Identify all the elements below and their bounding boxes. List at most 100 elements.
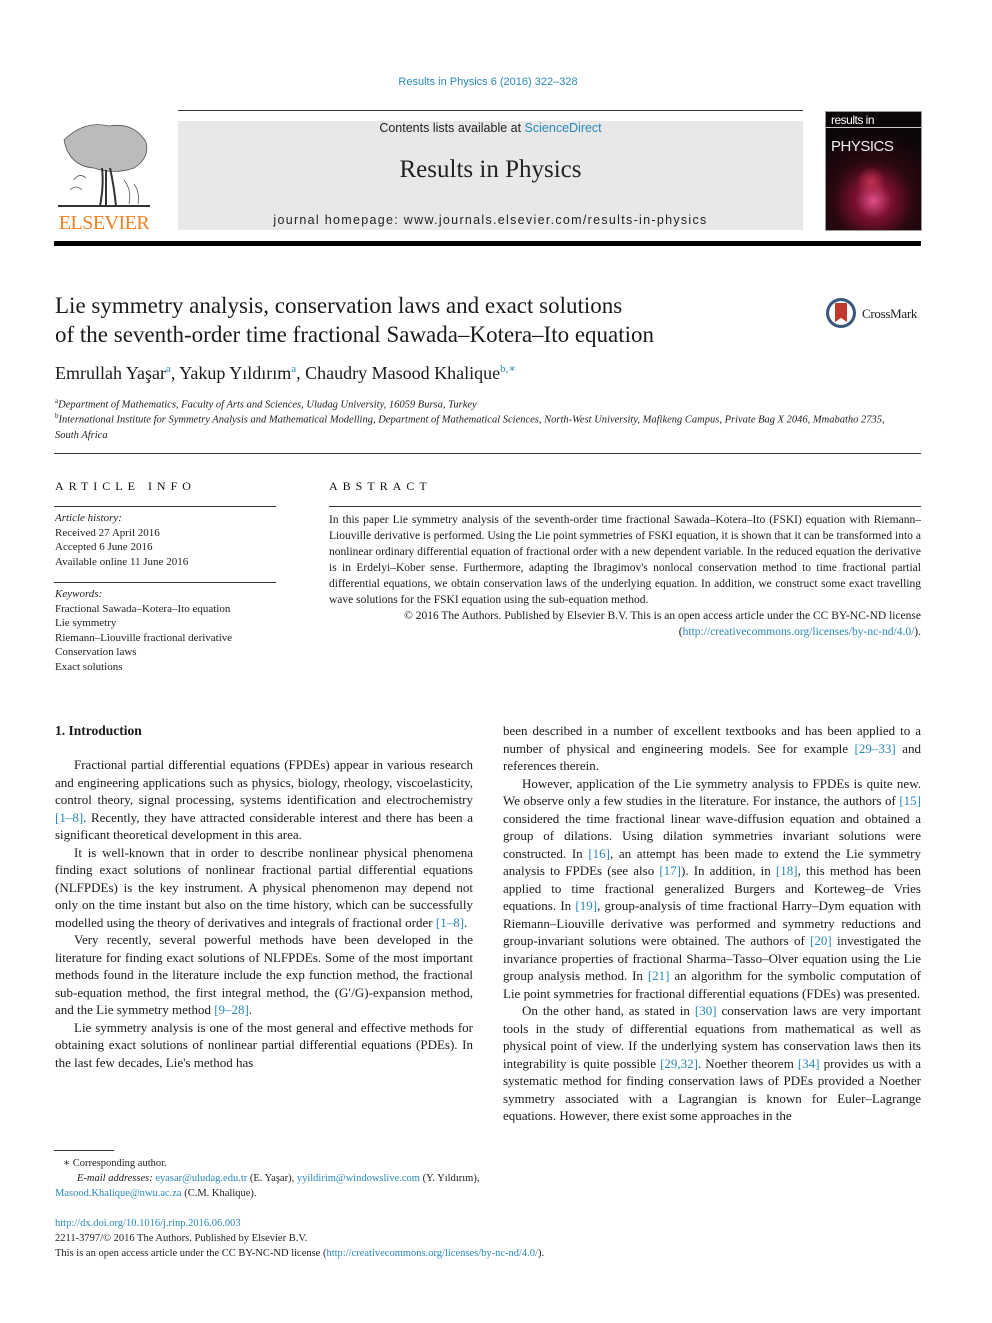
keyword-item: Exact solutions xyxy=(55,660,123,673)
bottom-info: http://dx.doi.org/10.1016/j.rinp.2016.06… xyxy=(55,1216,755,1261)
author-list: Emrullah Yaşara, Yakup Yıldırıma, Chaudr… xyxy=(55,363,516,383)
body-text: ). In addition, in xyxy=(681,863,776,878)
keyword-item: Conservation laws xyxy=(55,646,137,658)
contents-prefix: Contents lists available at xyxy=(379,121,525,135)
issn-line: 2211-3797/© 2016 The Authors. Published … xyxy=(55,1233,308,1244)
email-owner: (E. Yaşar), xyxy=(247,1173,297,1184)
crossmark-button[interactable]: CrossMark xyxy=(826,298,936,332)
footnotes: ∗ Corresponding author. E-mail addresses… xyxy=(55,1156,485,1201)
keyword-item: Fractional Sawada–Kotera–Ito equation xyxy=(55,602,231,615)
copyright-text: © 2016 The Authors. Published by Elsevie… xyxy=(404,610,887,622)
article-title: Lie symmetry analysis, conservation laws… xyxy=(55,291,815,349)
citation-link[interactable]: [9–28] xyxy=(214,1002,249,1017)
email-link[interactable]: eyasar@uludag.edu.tr xyxy=(155,1173,247,1184)
keyword-item: Lie symmetry xyxy=(55,617,117,629)
author-name[interactable]: Emrullah Yaşar xyxy=(55,363,166,383)
body-text: . Noether theorem xyxy=(697,1055,798,1071)
journal-cover-image: results in PHYSICS xyxy=(825,111,922,231)
body-paragraph: Very recently, several powerful methods … xyxy=(55,931,473,1019)
body-text: Fractional partial differential equation… xyxy=(55,757,473,807)
abstract-text: In this paper Lie symmetry analysis of t… xyxy=(329,514,921,606)
citation-link[interactable]: [16] xyxy=(588,846,610,861)
keyword-item: Riemann–Liouville fractional derivative xyxy=(55,631,233,644)
citation-link[interactable]: [20] xyxy=(810,933,832,948)
email-owner: (Y. Yıldırım), xyxy=(419,1173,480,1184)
affiliation: bInternational Institute for Symmetry An… xyxy=(55,409,885,443)
body-paragraph: It is well-known that in order to descri… xyxy=(55,844,473,932)
article-history: Article history: Received 27 April 2016 … xyxy=(55,511,277,569)
body-text: . Recently, they have attracted consider… xyxy=(55,809,473,843)
author-name[interactable]: Chaudry Masood Khalique xyxy=(305,363,500,383)
author-name[interactable]: Yakup Yıldırım xyxy=(179,363,291,383)
body-text: It is well-known that in order to descri… xyxy=(55,844,473,930)
body-column-left: Fractional partial differential equation… xyxy=(55,756,473,1071)
body-paragraph: been described in a number of excellent … xyxy=(503,722,921,775)
divider xyxy=(54,506,276,507)
author-affil-sup[interactable]: a xyxy=(291,363,296,375)
body-text: On the other hand, as stated in xyxy=(522,1003,695,1018)
body-text: Lie symmetry analysis is one of the most… xyxy=(55,1019,473,1070)
body-column-right: been described in a number of excellent … xyxy=(503,722,921,1125)
oa-prefix: This is an open access article under the… xyxy=(55,1248,327,1259)
journal-homepage[interactable]: journal homepage: www.journals.elsevier.… xyxy=(178,213,803,227)
history-item: Received 27 April 2016 xyxy=(55,526,160,539)
section-divider xyxy=(54,453,921,454)
citation-link[interactable]: [21] xyxy=(648,968,670,983)
doi-link[interactable]: http://dx.doi.org/10.1016/j.rinp.2016.06… xyxy=(55,1218,241,1229)
crossmark-label: CrossMark xyxy=(862,306,918,321)
history-item: Accepted 6 June 2016 xyxy=(55,541,153,553)
citation-link[interactable]: [30] xyxy=(695,1003,717,1018)
citation-link[interactable]: [18] xyxy=(776,863,798,878)
citation-link[interactable]: [29,32] xyxy=(660,1056,698,1071)
email-label: E-mail addresses: xyxy=(77,1173,156,1184)
affil-text: International Institute for Symmetry Ana… xyxy=(55,414,885,441)
email-link[interactable]: Masood.Khalique@nwu.ac.za xyxy=(55,1188,182,1199)
crossmark-icon xyxy=(826,298,856,328)
article-info-heading: ARTICLE INFO xyxy=(55,479,196,493)
journal-title: Results in Physics xyxy=(399,156,582,183)
citation-link[interactable]: [19] xyxy=(575,898,597,913)
body-text: . xyxy=(464,914,468,930)
header-top-rule xyxy=(178,110,803,111)
divider xyxy=(54,582,276,583)
section-heading-introduction: 1. Introduction xyxy=(55,723,142,738)
citation-link[interactable]: [1–8] xyxy=(55,810,83,825)
body-text: However, application of the Lie symmetry… xyxy=(503,775,921,809)
journal-reference[interactable]: Results in Physics 6 (2016) 322–328 xyxy=(0,76,976,88)
citation-link[interactable]: [34] xyxy=(798,1056,820,1071)
keywords: Keywords: Fractional Sawada–Kotera–Ito e… xyxy=(55,587,277,674)
oa-license-link[interactable]: http://creativecommons.org/licenses/by-n… xyxy=(326,1248,538,1259)
cover-title: PHYSICS xyxy=(831,138,894,155)
body-paragraph: On the other hand, as stated in [30] con… xyxy=(503,1002,921,1125)
citation-link[interactable]: [17] xyxy=(659,863,681,878)
header-thick-rule xyxy=(54,241,921,246)
body-paragraph: However, application of the Lie symmetry… xyxy=(503,775,921,1003)
footnote-rule xyxy=(54,1150,114,1151)
title-line-1: Lie symmetry analysis, conservation laws… xyxy=(55,293,623,318)
body-paragraph: Lie symmetry analysis is one of the most… xyxy=(55,1019,473,1072)
email-addresses: E-mail addresses: eyasar@uludag.edu.tr (… xyxy=(55,1171,485,1201)
author-affil-sup[interactable]: a xyxy=(166,363,171,375)
keywords-label: Keywords: xyxy=(55,588,103,600)
email-link[interactable]: yyildirim@windowslive.com xyxy=(297,1173,420,1184)
author-affil-sup[interactable]: b,∗ xyxy=(500,363,516,375)
history-item: Available online 11 June 2016 xyxy=(55,555,189,568)
citation-link[interactable]: [1–8] xyxy=(436,915,464,930)
open-access-line: This is an open access article under the… xyxy=(55,1246,755,1261)
body-text: Very recently, several powerful methods … xyxy=(55,932,473,1017)
license-suffix: ). xyxy=(914,626,921,638)
contents-line: Contents lists available at ScienceDirec… xyxy=(178,121,803,135)
email-owner: (C.M. Khalique). xyxy=(181,1188,257,1199)
elsevier-wordmark: ELSEVIER xyxy=(58,212,150,234)
body-paragraph: Fractional partial differential equation… xyxy=(55,756,473,844)
citation-link[interactable]: [15] xyxy=(899,793,921,808)
history-label: Article history: xyxy=(55,512,122,524)
abstract-copyright: © 2016 The Authors. Published by Elsevie… xyxy=(329,608,921,640)
citation-link[interactable]: [29–33] xyxy=(855,741,896,756)
sciencedirect-link[interactable]: ScienceDirect xyxy=(525,121,602,135)
cover-top-label: results in xyxy=(826,112,921,128)
license-link[interactable]: http://creativecommons.org/licenses/by-n… xyxy=(683,626,915,638)
body-text: . xyxy=(248,1002,253,1017)
corresponding-author-note: ∗ Corresponding author. xyxy=(63,1158,167,1169)
abstract-body: In this paper Lie symmetry analysis of t… xyxy=(329,512,921,640)
